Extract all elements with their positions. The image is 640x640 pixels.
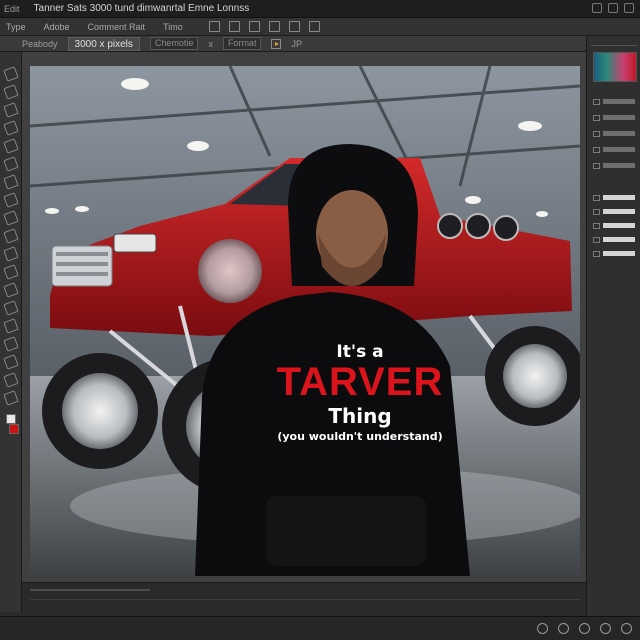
mode-dropdown[interactable]: Chemotie xyxy=(149,37,199,50)
shirt-text-line1: It's a xyxy=(336,342,384,362)
panel-slider xyxy=(603,99,635,104)
menu-comment[interactable]: Comment Rait xyxy=(88,22,146,32)
pen-tool-icon[interactable] xyxy=(2,300,19,316)
layer-row-5[interactable] xyxy=(593,250,635,257)
shirt-text-name: TARVER xyxy=(276,360,444,404)
export-icon[interactable] xyxy=(308,21,320,32)
panel-row-3[interactable] xyxy=(593,130,635,137)
adjust-icon xyxy=(593,130,600,137)
panel-slider xyxy=(603,163,635,168)
layer-row-1[interactable] xyxy=(593,194,635,201)
panel-row-2[interactable] xyxy=(593,114,635,121)
canvas-image xyxy=(30,66,580,576)
panel-slider xyxy=(603,131,635,136)
path-select-icon[interactable] xyxy=(2,336,19,352)
crop-tool-icon[interactable] xyxy=(2,120,19,136)
blur-tool-icon[interactable] xyxy=(2,264,19,280)
shape-tool-icon[interactable] xyxy=(2,354,19,370)
adjust-icon xyxy=(593,114,600,121)
info-icon[interactable] xyxy=(621,623,632,634)
document-title: Tanner Sats 3000 tund dimwanrtal Emne Lo… xyxy=(33,3,250,14)
visibility-icon[interactable] xyxy=(593,236,600,243)
layer-row-4[interactable] xyxy=(593,236,635,243)
marquee-tool-icon[interactable] xyxy=(2,84,19,100)
hand-tool-icon[interactable] xyxy=(2,372,19,388)
visibility-icon[interactable] xyxy=(593,250,600,257)
layer-thumbnail xyxy=(603,195,635,200)
format-value[interactable]: JP xyxy=(291,39,302,49)
dodge-tool-icon[interactable] xyxy=(2,282,19,298)
minimize-button[interactable] xyxy=(592,3,602,13)
print-icon[interactable] xyxy=(268,21,280,32)
layers-icon[interactable] xyxy=(288,21,300,32)
layer-thumbnail xyxy=(603,223,635,228)
eraser-tool-icon[interactable] xyxy=(2,228,19,244)
image-size-field[interactable]: 3000 x pixels xyxy=(67,36,140,51)
window-controls xyxy=(592,3,634,13)
options-bar: Peabody 3000 x pixels Chemotie x Format … xyxy=(0,36,586,52)
play-icon[interactable] xyxy=(271,38,282,49)
panel-row-4[interactable] xyxy=(593,146,635,153)
zoom-tool-icon[interactable] xyxy=(2,390,19,406)
new-document-icon[interactable] xyxy=(208,21,220,32)
status-divider xyxy=(30,589,150,591)
panel-slider xyxy=(603,147,635,152)
eyedropper-tool-icon[interactable] xyxy=(2,138,19,154)
adjust-icon xyxy=(593,98,600,105)
bottom-bar xyxy=(0,616,640,640)
layer-row-3[interactable] xyxy=(593,222,635,229)
layer-thumbnail xyxy=(603,251,635,256)
save-icon[interactable] xyxy=(248,21,260,32)
type-tool-icon[interactable] xyxy=(2,318,19,334)
open-icon[interactable] xyxy=(228,21,240,32)
visibility-icon[interactable] xyxy=(593,222,600,229)
layer-row-2[interactable] xyxy=(593,208,635,215)
stamp-tool-icon[interactable] xyxy=(2,192,19,208)
document-canvas[interactable]: It's a TARVER Thing (you wouldn't unders… xyxy=(30,66,580,576)
maximize-button[interactable] xyxy=(608,3,618,13)
title-bar: Edit Tanner Sats 3000 tund dimwanrtal Em… xyxy=(0,0,640,18)
panel-slider xyxy=(603,115,635,120)
background-color-swatch[interactable] xyxy=(8,424,19,434)
settings-icon[interactable] xyxy=(600,623,611,634)
adjust-icon xyxy=(593,162,600,169)
close-button[interactable] xyxy=(624,3,634,13)
target-icon[interactable] xyxy=(579,623,590,634)
panel-row-1[interactable] xyxy=(593,98,635,105)
gradient-tool-icon[interactable] xyxy=(2,246,19,262)
shirt-text-line3: Thing xyxy=(328,404,392,428)
preset-label[interactable]: Peabody xyxy=(22,39,58,49)
document-area: It's a TARVER Thing (you wouldn't unders… xyxy=(22,52,586,582)
adjust-icon xyxy=(593,146,600,153)
menu-bar: Type Adobe Comment Rait Timo xyxy=(0,18,640,36)
menu-toolbar-icons xyxy=(208,21,320,32)
app-tag: Edit xyxy=(4,3,20,14)
foreground-color-swatch[interactable] xyxy=(5,414,16,424)
format-dropdown[interactable]: Format xyxy=(222,37,262,50)
tools-panel xyxy=(0,52,22,612)
visibility-icon[interactable] xyxy=(593,208,600,215)
bottom-icons xyxy=(537,623,632,634)
clear-option-icon[interactable]: x xyxy=(208,39,213,49)
brush-tool-icon[interactable] xyxy=(2,174,19,190)
layer-thumbnail xyxy=(603,209,635,214)
lasso-tool-icon[interactable] xyxy=(2,102,19,118)
status-bar xyxy=(22,582,586,612)
visibility-icon[interactable] xyxy=(593,194,600,201)
shirt-text-subtitle: (you wouldn't understand) xyxy=(277,430,443,443)
timeline-track[interactable] xyxy=(30,599,580,600)
color-panel-tab[interactable] xyxy=(591,38,637,46)
menu-type[interactable]: Type xyxy=(6,22,26,32)
healing-tool-icon[interactable] xyxy=(2,156,19,172)
pan-icon[interactable] xyxy=(558,623,569,634)
panel-row-5[interactable] xyxy=(593,162,635,169)
move-tool-icon[interactable] xyxy=(2,66,19,82)
history-brush-icon[interactable] xyxy=(2,210,19,226)
menu-adobe[interactable]: Adobe xyxy=(44,22,70,32)
color-picker-preview[interactable] xyxy=(593,52,637,82)
layer-thumbnail xyxy=(603,237,635,242)
menu-timo[interactable]: Timo xyxy=(163,22,183,32)
record-icon[interactable] xyxy=(537,623,548,634)
right-panels xyxy=(586,36,640,616)
